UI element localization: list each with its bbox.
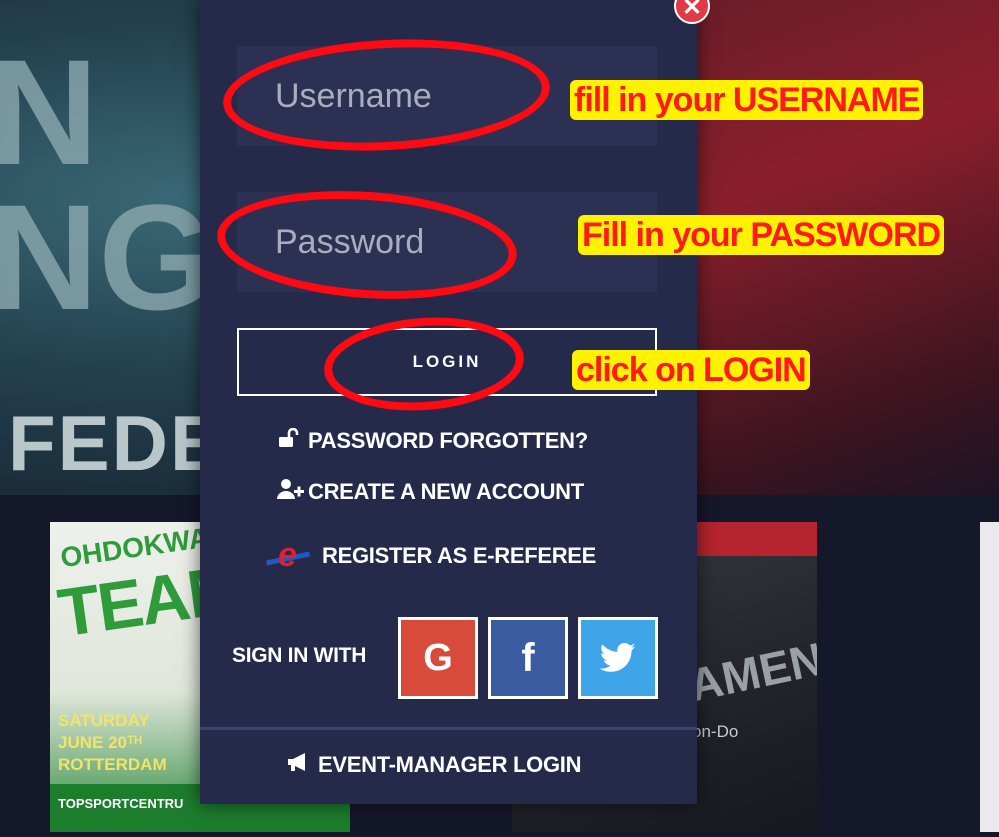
event-card-date: SATURDAY JUNE 20ᵀᴴ ROTTERDAM (58, 711, 167, 774)
megaphone-icon (286, 752, 312, 778)
event-card-subtitle: on-Do (692, 722, 739, 741)
facebook-signin-button[interactable]: f (488, 617, 568, 699)
twitter-icon (600, 643, 636, 673)
facebook-icon: f (521, 635, 535, 680)
event-manager-login-link[interactable]: EVENT-MANAGER LOGIN (286, 752, 582, 778)
annotation-username-note: fill in your USERNAME (570, 80, 924, 120)
google-icon: G (423, 636, 453, 679)
annotation-password-note: Fill in your PASSWORD (578, 215, 945, 255)
modal-divider (200, 727, 697, 730)
hero-federation-text: FEDE (8, 399, 225, 487)
event-card-title: AMENT (684, 626, 817, 712)
event-card-edge[interactable] (980, 522, 999, 832)
add-user-icon (276, 478, 304, 506)
google-signin-button[interactable]: G (398, 617, 478, 699)
annotation-login-note: click on LOGIN (572, 350, 810, 390)
register-e-referee-link[interactable]: e REGISTER AS E-REFEREE (262, 536, 596, 574)
create-account-link[interactable]: CREATE A NEW ACCOUNT (276, 478, 584, 506)
e-referee-logo-icon: e (262, 536, 316, 574)
hero-big-letters: N NG (0, 28, 215, 341)
unlock-icon (276, 427, 302, 454)
password-forgotten-link[interactable]: PASSWORD FORGOTTEN? (276, 427, 588, 454)
sign-in-with-label: SIGN IN WITH (232, 644, 367, 667)
twitter-signin-button[interactable] (578, 617, 658, 699)
